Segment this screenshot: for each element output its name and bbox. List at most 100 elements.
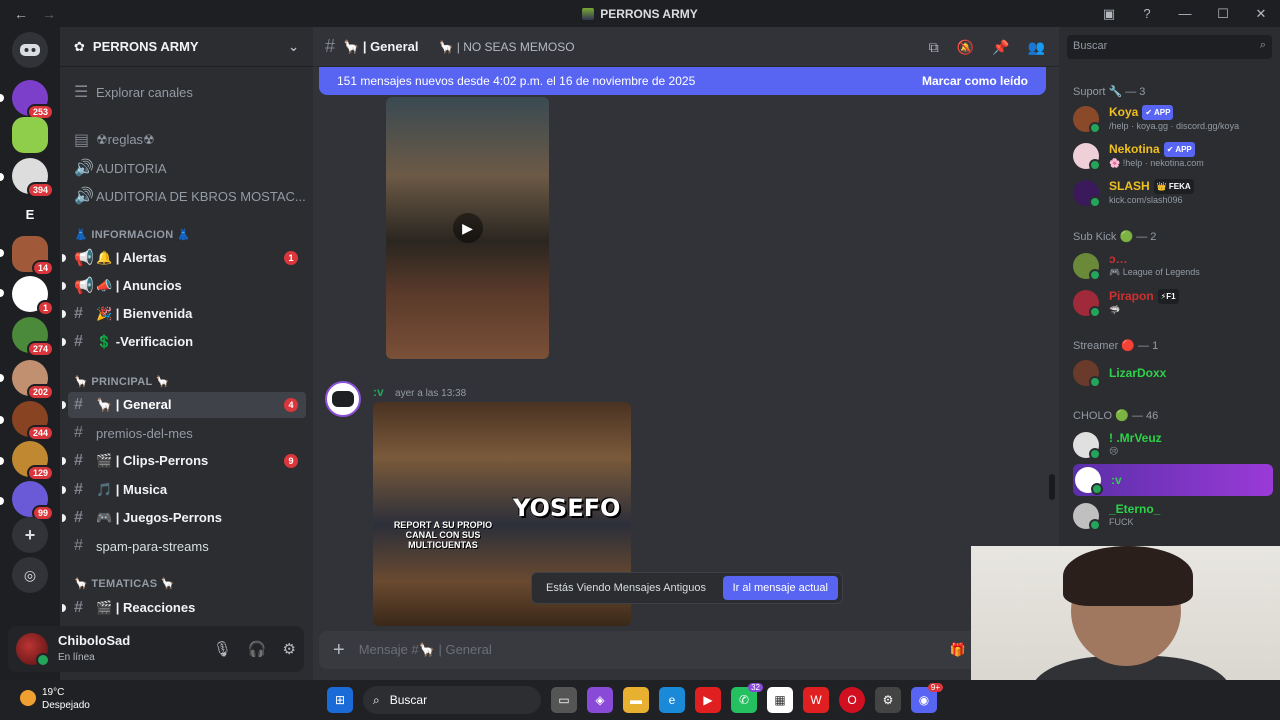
server-item[interactable]: 129 bbox=[12, 441, 54, 481]
task-view-icon[interactable]: ▭ bbox=[551, 687, 577, 713]
member-item[interactable]: SLASH 👑 FEKA kick.com/slash096 bbox=[1073, 177, 1273, 209]
mark-read-button[interactable]: Marcar como leído bbox=[922, 74, 1028, 88]
channel-general[interactable]: # 🦙 | General 4 bbox=[62, 392, 306, 418]
avatar bbox=[1073, 360, 1101, 388]
whatsapp-icon[interactable]: ✆ 32 bbox=[731, 683, 763, 713]
settings-app-icon[interactable]: ⚙ bbox=[875, 687, 901, 713]
channel-verificacion[interactable]: # 💲 -Verificacion bbox=[62, 329, 306, 355]
member-item[interactable]: Pirapon ⚡F1 🦈 bbox=[1073, 287, 1273, 319]
channel-musica[interactable]: # 🎵 | Musica bbox=[62, 477, 306, 503]
microphone-icon[interactable]: 🎙 bbox=[213, 640, 232, 658]
inbox-icon[interactable]: ▣ bbox=[1090, 6, 1128, 22]
unread-pill bbox=[0, 173, 4, 181]
avatar bbox=[1073, 432, 1101, 460]
category-tematicas[interactable]: 🦙 TEMATICAS 🦙 bbox=[74, 577, 175, 590]
server-item[interactable]: 244 bbox=[12, 401, 54, 441]
search-icon: ⌕ bbox=[1259, 39, 1266, 51]
category-informacion[interactable]: 👗 INFORMACION 👗 bbox=[74, 228, 191, 241]
mention-badge: 1 bbox=[284, 251, 298, 265]
home-button[interactable] bbox=[12, 32, 48, 68]
threads-icon[interactable]: ⧉ bbox=[929, 39, 939, 56]
hash-icon: # bbox=[74, 396, 83, 413]
help-icon[interactable]: ? bbox=[1128, 6, 1166, 21]
new-messages-banner[interactable]: 151 mensajes nuevos desde 4:02 p.m. el 1… bbox=[319, 67, 1046, 95]
headphones-icon[interactable]: 🎧 bbox=[248, 640, 267, 658]
channel-audit-2[interactable]: 🔊 AUDITORIA DE KBROS MOSTAC... bbox=[68, 183, 306, 209]
message-composer[interactable]: + Mensaje #🦙 | General 🎁 GIF ◩ bbox=[319, 631, 1046, 669]
message-input[interactable]: Mensaje #🦙 | General bbox=[359, 642, 492, 658]
server-item[interactable]: 202 bbox=[12, 360, 54, 400]
channel-spam[interactable]: # spam-para-streams bbox=[68, 533, 306, 559]
guild-header[interactable]: ✿ PERRONS ARMY ⌄ bbox=[60, 27, 313, 67]
member-item[interactable]: _Eterno_ FUCK bbox=[1073, 500, 1273, 532]
member-item[interactable]: ! .MrVeuz 😢 bbox=[1073, 429, 1273, 461]
channel-alertas[interactable]: 📢 🔔 | Alertas 1 bbox=[62, 245, 306, 271]
add-server-button[interactable]: + bbox=[12, 517, 48, 553]
server-item[interactable]: 394 bbox=[12, 158, 54, 198]
server-item[interactable] bbox=[12, 117, 48, 153]
channel-rules[interactable]: ▤ ☢reglas☢ bbox=[68, 127, 306, 153]
member-item[interactable]: :v bbox=[1073, 464, 1273, 496]
back-button[interactable]: ← bbox=[14, 6, 28, 22]
opera-icon[interactable]: O bbox=[839, 687, 865, 713]
play-icon[interactable]: ▶ bbox=[452, 213, 483, 243]
channel-juegos[interactable]: # 🎮 | Juegos-Perrons bbox=[62, 505, 306, 531]
avatar[interactable] bbox=[325, 381, 361, 417]
server-item[interactable]: E bbox=[12, 196, 48, 232]
member-item[interactable]: Nekotina ✔ APP 🌸 !help · nekotina.com bbox=[1073, 140, 1273, 172]
avatar bbox=[1073, 290, 1101, 318]
channel-reacciones[interactable]: # 🎬 | Reacciones bbox=[62, 595, 306, 621]
explore-channels[interactable]: ☰ Explorar canales bbox=[68, 79, 306, 105]
channel-topic[interactable]: 🦙 | NO SEAS MEMOSO bbox=[438, 40, 574, 54]
youtube-icon[interactable]: ▶ bbox=[695, 687, 721, 713]
windows-start-icon[interactable]: ⊞ bbox=[327, 687, 353, 713]
wps-icon[interactable]: W bbox=[803, 687, 829, 713]
taskbar-search[interactable]: ⌕ Buscar bbox=[363, 686, 541, 714]
channel-anuncios[interactable]: 📢 📣 | Anuncios bbox=[62, 273, 306, 299]
folder-icon[interactable]: ▬ bbox=[623, 687, 649, 713]
video-attachment[interactable]: ▶ bbox=[386, 97, 549, 359]
server-item[interactable]: 99 bbox=[12, 481, 54, 521]
channel-audit[interactable]: 🔊 AUDITORIA bbox=[68, 155, 306, 181]
hash-icon: # bbox=[74, 333, 83, 350]
channel-premios[interactable]: # premios-del-mes bbox=[68, 420, 306, 446]
jump-to-present-button[interactable]: Ir al mensaje actual bbox=[722, 576, 838, 600]
server-item[interactable]: 14 bbox=[12, 236, 54, 276]
channel-clips[interactable]: # 🎬 | Clips-Perrons 9 bbox=[62, 448, 306, 474]
window-title: PERRONS ARMY bbox=[0, 7, 1280, 21]
avatar[interactable] bbox=[16, 633, 50, 667]
channel-bienvenida[interactable]: # 🎉 | Bienvenida bbox=[62, 301, 306, 327]
member-item[interactable]: ↄ… 🎮 League of Legends bbox=[1073, 250, 1273, 282]
discord-icon bbox=[20, 44, 40, 56]
search-input[interactable]: Buscar ⌕ bbox=[1067, 35, 1272, 59]
close-button[interactable]: ✕ bbox=[1242, 6, 1280, 22]
server-item[interactable]: 274 bbox=[12, 317, 54, 357]
message-author[interactable]: :v bbox=[373, 385, 384, 399]
gear-icon[interactable]: ⚙ bbox=[283, 640, 296, 658]
copilot-icon[interactable]: ◈ bbox=[587, 687, 613, 713]
members-icon[interactable]: 👥 bbox=[1028, 39, 1045, 56]
discover-icon[interactable]: ◎ bbox=[12, 557, 48, 593]
add-attachment-icon[interactable]: + bbox=[333, 639, 345, 662]
discord-taskbar-icon[interactable]: ◉ 9+ bbox=[911, 683, 943, 713]
store-icon[interactable]: ▦ bbox=[767, 687, 793, 713]
server-item[interactable]: 253 bbox=[12, 80, 54, 120]
member-item[interactable]: LizarDoxx bbox=[1073, 357, 1273, 389]
server-item[interactable]: 1 bbox=[12, 276, 54, 316]
minimize-button[interactable]: — bbox=[1166, 6, 1204, 21]
member-item[interactable]: Koya ✔ APP/help · koya.gg · discord.gg/ko… bbox=[1073, 103, 1273, 135]
title-bar: ← → PERRONS ARMY ▣ ? — ☐ ✕ bbox=[0, 0, 1280, 27]
user-panel: ChiboloSad En línea 🎙 🎧 ⚙ bbox=[8, 626, 304, 672]
gift-icon[interactable]: 🎁 bbox=[950, 642, 966, 658]
maximize-button[interactable]: ☐ bbox=[1204, 6, 1242, 22]
scrollbar[interactable] bbox=[1049, 474, 1055, 500]
pin-icon[interactable]: 📌 bbox=[992, 39, 1009, 56]
edge-icon[interactable]: e bbox=[659, 687, 685, 713]
avatar bbox=[1073, 180, 1101, 208]
category-principal[interactable]: 🦙 PRINCIPAL 🦙 bbox=[74, 375, 170, 388]
notifications-icon[interactable]: 🔕 bbox=[957, 39, 974, 56]
mention-badge: 4 bbox=[284, 398, 298, 412]
weather-widget[interactable]: 19°C Despejado bbox=[20, 686, 90, 712]
forward-button[interactable]: → bbox=[42, 6, 56, 22]
hash-icon: # bbox=[74, 452, 83, 469]
